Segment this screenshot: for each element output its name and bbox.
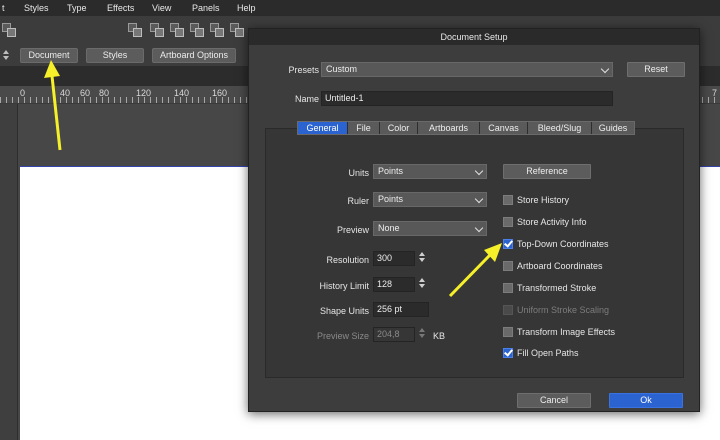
styles-button[interactable]: Styles [86,48,144,63]
presets-label: Presets [288,65,319,75]
reset-button[interactable]: Reset [627,62,685,77]
presets-dropdown[interactable]: Custom [321,62,613,77]
menu-item-type[interactable]: Type [67,3,87,13]
arrange-icon[interactable] [128,23,142,37]
units-label: Units [348,168,369,178]
checkbox-label: Uniform Stroke Scaling [517,305,610,315]
arrange-icon[interactable] [150,23,164,37]
cancel-button[interactable]: Cancel [517,393,591,408]
menu-item-styles[interactable]: Styles [24,3,49,13]
menu-item-panels[interactable]: Panels [192,3,220,13]
menu-item-help[interactable]: Help [237,3,256,13]
checkbox-box[interactable] [503,261,513,271]
document-setup-dialog: Document Setup Presets Custom Reset Name… [248,28,700,412]
ruler-value: Points [378,194,404,204]
tab-bar: General File Color Artboards Canvas Blee… [297,121,635,135]
preview-dropdown[interactable]: None [373,221,487,236]
tab-bleed-slug[interactable]: Bleed/Slug [528,122,592,134]
checkbox-label: Store Activity Info [517,217,587,227]
menu-item-partial[interactable]: t [2,3,5,13]
tab-color[interactable]: Color [380,122,418,134]
dialog-title: Document Setup [249,29,699,45]
checkbox-box-checked[interactable] [503,239,513,249]
checkbox-box-disabled [503,305,513,315]
document-button[interactable]: Document [20,48,78,63]
checkbox-box-checked[interactable] [503,348,513,358]
chevron-down-icon [474,166,484,176]
preview-size-field: 204,8 [373,327,415,342]
checkbox-box[interactable] [503,283,513,293]
checkbox-label: Fill Open Paths [517,348,579,358]
preview-value: None [378,223,400,233]
units-dropdown[interactable]: Points [373,164,487,179]
shape-units-label: Shape Units [319,306,369,316]
resolution-field[interactable]: 300 [373,251,415,266]
ruler-dropdown[interactable]: Points [373,192,487,207]
tab-guides[interactable]: Guides [592,122,634,134]
preview-label: Preview [336,225,369,235]
checkbox-box[interactable] [503,195,513,205]
checkbox-box[interactable] [503,327,513,337]
menu-item-effects[interactable]: Effects [107,3,134,13]
units-value: Points [378,166,404,176]
checkbox-box[interactable] [503,217,513,227]
boolean-icon[interactable] [190,23,204,37]
history-limit-field[interactable]: 128 [373,277,415,292]
history-limit-stepper[interactable] [417,276,427,292]
checkbox-label: Transformed Stroke [517,283,597,293]
tab-general[interactable]: General [298,122,348,134]
checkbox-label: Artboard Coordinates [517,261,603,271]
resolution-stepper[interactable] [417,250,427,266]
chevron-down-icon [474,223,484,233]
preview-size-stepper [417,326,427,342]
checkbox-label: Transform Image Effects [517,327,616,337]
resolution-label: Resolution [326,255,369,265]
boolean-icon[interactable] [210,23,224,37]
tab-artboards[interactable]: Artboards [418,122,480,134]
toolbar-stepper[interactable] [2,48,10,64]
name-label: Name [294,94,319,104]
tab-file[interactable]: File [348,122,380,134]
preview-size-label: Preview Size [316,331,369,341]
name-field[interactable]: Untitled-1 [321,91,613,106]
presets-value: Custom [326,64,358,74]
tab-canvas[interactable]: Canvas [480,122,528,134]
reference-button[interactable]: Reference [503,164,591,179]
boolean-icon[interactable] [170,23,184,37]
boolean-icon[interactable] [230,23,244,37]
vertical-ruler [0,104,18,440]
history-limit-label: History Limit [319,281,369,291]
chevron-down-icon [600,64,610,74]
menu-bar: t Styles Type Effects View Panels Help [0,0,720,16]
menu-item-view[interactable]: View [152,3,171,13]
shape-units-field[interactable]: 256 pt [373,302,429,317]
checkbox-label: Store History [517,195,570,205]
ruler-setting-label: Ruler [347,196,369,206]
checkbox-label: Top-Down Coordinates [517,239,609,249]
tool-icon[interactable] [2,23,16,37]
preview-size-unit: KB [433,331,446,341]
artboard-options-button[interactable]: Artboard Options [152,48,236,63]
chevron-down-icon [474,194,484,204]
ok-button[interactable]: Ok [609,393,683,408]
